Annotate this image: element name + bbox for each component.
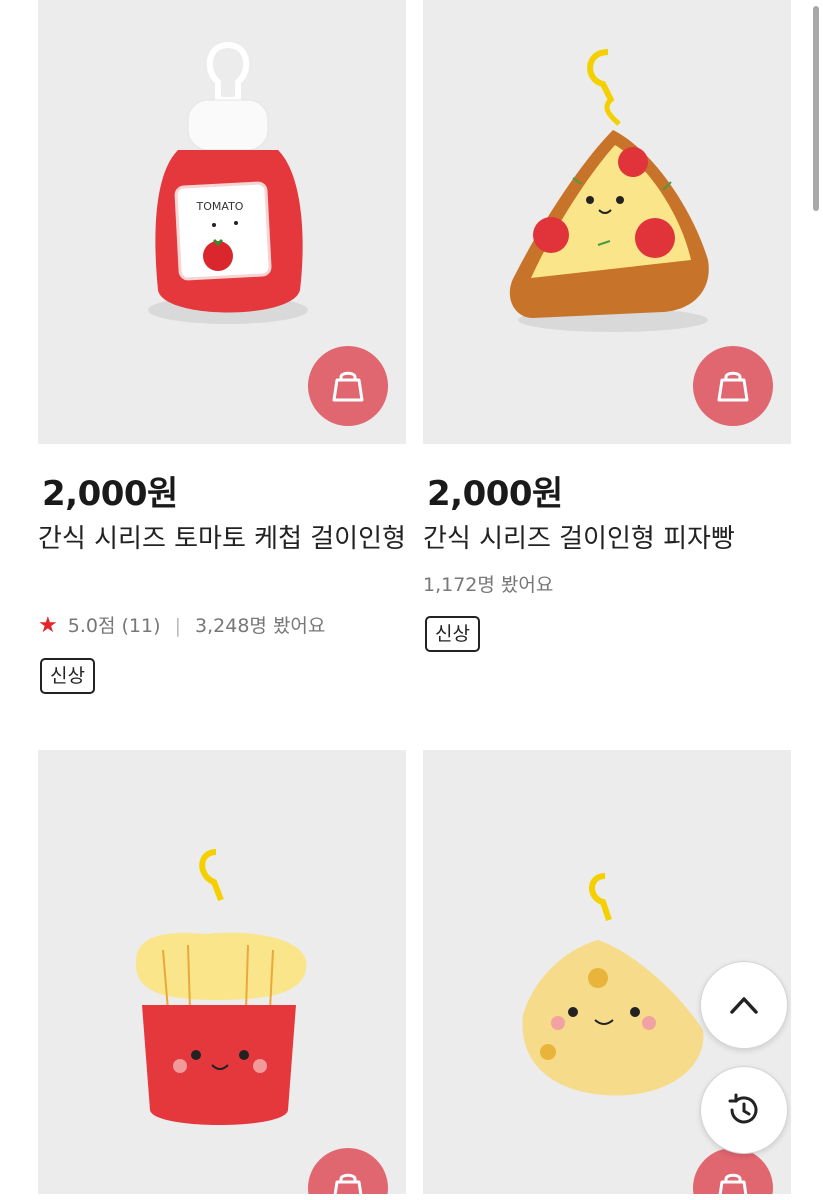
- product-image[interactable]: TOMATO: [38, 0, 406, 444]
- add-to-cart-button[interactable]: [308, 346, 388, 426]
- recently-viewed-button[interactable]: [700, 1066, 788, 1154]
- product-rating: 5.0점 (11): [67, 615, 161, 637]
- french-fries-plush: [135, 849, 307, 1125]
- add-to-cart-button[interactable]: [693, 346, 773, 426]
- shopping-bag-icon: [333, 1173, 363, 1194]
- history-icon: [728, 1093, 758, 1124]
- product-views: 1,172명 봤어요: [423, 574, 554, 596]
- product-price: 2,000원: [42, 474, 178, 514]
- product-meta: ★ 5.0점 (11) | 3,248명 봤어요: [38, 611, 325, 638]
- meta-separator: |: [174, 615, 181, 637]
- rating-star-icon: ★: [38, 613, 58, 638]
- product-image[interactable]: [38, 750, 406, 1194]
- new-badge: 신상: [40, 658, 95, 694]
- product-title[interactable]: 간식 시리즈 토마토 케첩 걸이인형: [38, 518, 406, 560]
- shopping-bag-icon: [717, 371, 749, 402]
- shopping-bag-icon: [332, 371, 364, 402]
- scroll-to-top-button[interactable]: [700, 961, 788, 1049]
- svg-text:TOMATO: TOMATO: [196, 200, 244, 213]
- product-image[interactable]: [423, 0, 791, 444]
- product-title[interactable]: 간식 시리즈 걸이인형 피자빵: [423, 518, 791, 560]
- new-badge: 신상: [425, 616, 480, 652]
- product-views: 3,248명 봤어요: [195, 615, 326, 637]
- product-meta: 1,172명 봤어요: [423, 570, 553, 597]
- scrollbar-thumb[interactable]: [813, 6, 819, 211]
- product-price: 2,000원: [427, 474, 563, 514]
- shopping-bag-icon: [718, 1173, 748, 1194]
- chevron-up-icon: [730, 997, 758, 1014]
